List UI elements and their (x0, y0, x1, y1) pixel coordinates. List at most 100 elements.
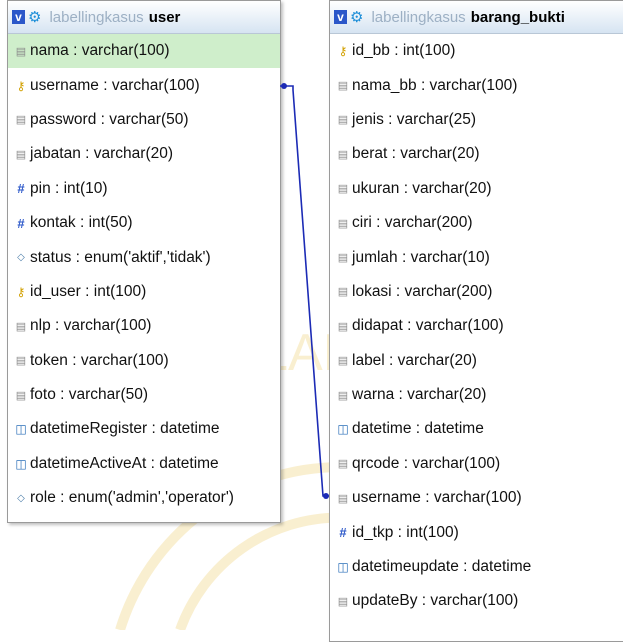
datetime-field-icon: ◫ (337, 422, 349, 437)
column-label: qrcode : varchar(100) (352, 454, 501, 472)
column-row[interactable]: ◫ datetimeupdate : datetime (330, 550, 623, 584)
relation-line[interactable] (280, 85, 329, 497)
column-label: kontak : int(50) (30, 214, 133, 232)
column-row[interactable]: ▤ foto : varchar(50) (8, 378, 280, 412)
column-label: berat : varchar(20) (352, 145, 480, 163)
text-field-icon: ▤ (337, 355, 349, 368)
column-row[interactable]: ▤ didapat : varchar(100) (330, 309, 623, 343)
column-label: nama : varchar(100) (30, 42, 170, 60)
gear-icon[interactable]: ⚙ (28, 8, 41, 26)
column-row[interactable]: ▤ username : varchar(100) (330, 481, 623, 515)
text-field-icon: ▤ (15, 389, 27, 402)
text-field-icon: ▤ (337, 286, 349, 299)
text-field-icon: ▤ (15, 45, 27, 58)
text-field-icon: ▤ (337, 183, 349, 196)
column-label: username : varchar(100) (352, 489, 522, 507)
column-row[interactable]: ▤ jenis : varchar(25) (330, 103, 623, 137)
database-name: labellingkasus (49, 8, 144, 26)
column-row[interactable]: ▤ updateBy : varchar(100) (330, 584, 623, 618)
collapse-toggle-icon[interactable]: v (12, 10, 25, 24)
column-row[interactable]: ◫ datetimeRegister : datetime (8, 412, 280, 446)
column-label: updateBy : varchar(100) (352, 592, 519, 610)
column-row[interactable]: ◇ role : enum('admin','operator') (8, 481, 280, 515)
text-field-icon: ▤ (337, 80, 349, 93)
text-field-icon: ▤ (15, 148, 27, 161)
column-row[interactable]: ▤ berat : varchar(20) (330, 137, 623, 171)
column-label: id_bb : int(100) (352, 42, 456, 60)
column-row[interactable]: ▤ label : varchar(20) (330, 344, 623, 378)
text-field-icon: ▤ (337, 148, 349, 161)
table-name: user (148, 8, 181, 26)
column-row[interactable]: ▤ password : varchar(50) (8, 103, 280, 137)
number-field-icon: # (17, 215, 25, 231)
column-label: jumlah : varchar(10) (352, 248, 490, 266)
text-field-icon: ▤ (337, 389, 349, 402)
column-label: token : varchar(100) (30, 351, 169, 369)
column-label: pin : int(10) (30, 179, 108, 197)
column-label: foto : varchar(50) (30, 386, 149, 404)
enum-field-icon: ◇ (17, 252, 25, 264)
database-name: labellingkasus (371, 8, 466, 26)
column-row[interactable]: ▤ jumlah : varchar(10) (330, 240, 623, 274)
text-field-icon: ▤ (337, 114, 349, 127)
column-list: ▤ nama : varchar(100) ⚷ username : varchar(… (8, 34, 280, 515)
column-label: jabatan : varchar(20) (30, 145, 174, 163)
column-label: id_user : int(100) (30, 282, 147, 300)
column-row[interactable]: ⚷ id_user : int(100) (8, 275, 280, 309)
column-row[interactable]: ⚷ username : varchar(100) (8, 68, 280, 102)
column-label: datetimeRegister : datetime (30, 420, 220, 438)
text-field-icon: ▤ (337, 320, 349, 333)
column-row[interactable]: ▤ warna : varchar(20) (330, 378, 623, 412)
column-row[interactable]: ▤ ciri : varchar(200) (330, 206, 623, 240)
datetime-field-icon: ◫ (337, 560, 349, 575)
text-field-icon: ▤ (337, 458, 349, 471)
column-label: ciri : varchar(200) (352, 214, 473, 232)
column-row[interactable]: # id_tkp : int(100) (330, 515, 623, 549)
column-row[interactable]: ▤ nama : varchar(100) (8, 34, 280, 69)
column-row[interactable]: ▤ token : varchar(100) (8, 344, 280, 378)
column-row[interactable]: ◫ datetimeActiveAt : datetime (8, 447, 280, 481)
column-row[interactable]: ▤ lokasi : varchar(200) (330, 275, 623, 309)
table-header[interactable]: v ⚙ labellingkasus barang_bukti (330, 1, 623, 34)
column-label: role : enum('admin','operator') (30, 489, 234, 507)
table-barang-bukti[interactable]: v ⚙ labellingkasus barang_bukti ⚷ id_bb :… (329, 0, 623, 642)
text-field-icon: ▤ (337, 217, 349, 230)
table-user[interactable]: v ⚙ labellingkasus user ▤ nama : varchar(… (7, 0, 281, 523)
column-row[interactable]: # kontak : int(50) (8, 206, 280, 240)
column-label: datetimeActiveAt : datetime (30, 454, 219, 472)
column-label: didapat : varchar(100) (352, 317, 504, 335)
column-list: ⚷ id_bb : int(100) ▤ nama_bb : varchar(100)… (330, 34, 623, 619)
column-row[interactable]: # pin : int(10) (8, 172, 280, 206)
text-field-icon: ▤ (15, 355, 27, 368)
column-row[interactable]: ▤ nama_bb : varchar(100) (330, 68, 623, 102)
column-row[interactable]: ◫ datetime : datetime (330, 412, 623, 446)
column-row[interactable]: ▤ nlp : varchar(100) (8, 309, 280, 343)
column-label: status : enum('aktif','tidak') (30, 248, 211, 266)
column-row[interactable]: ▤ ukuran : varchar(20) (330, 172, 623, 206)
gear-icon[interactable]: ⚙ (350, 8, 363, 26)
table-header[interactable]: v ⚙ labellingkasus user (8, 1, 280, 34)
number-field-icon: # (17, 181, 25, 197)
enum-field-icon: ◇ (17, 492, 25, 504)
column-label: nlp : varchar(100) (30, 317, 152, 335)
column-label: ukuran : varchar(20) (352, 179, 492, 197)
text-field-icon: ▤ (15, 114, 27, 127)
column-label: jenis : varchar(25) (352, 110, 477, 128)
column-label: id_tkp : int(100) (352, 523, 459, 541)
column-label: nama_bb : varchar(100) (352, 76, 518, 94)
collapse-toggle-icon[interactable]: v (334, 10, 347, 24)
text-field-icon: ▤ (15, 320, 27, 333)
number-field-icon: # (339, 525, 347, 541)
column-row[interactable]: ▤ qrcode : varchar(100) (330, 447, 623, 481)
column-row[interactable]: ▤ jabatan : varchar(20) (8, 137, 280, 171)
key-icon: ⚷ (16, 284, 26, 299)
column-row[interactable]: ◇ status : enum('aktif','tidak') (8, 240, 280, 274)
text-field-icon: ▤ (337, 595, 349, 608)
text-field-icon: ▤ (337, 252, 349, 265)
column-row[interactable]: ⚷ id_bb : int(100) (330, 34, 623, 68)
column-label: username : varchar(100) (30, 76, 200, 94)
relation-endpoint (281, 83, 287, 89)
column-label: datetimeupdate : datetime (352, 558, 532, 576)
table-name: barang_bukti (470, 8, 565, 26)
column-label: password : varchar(50) (30, 110, 189, 128)
